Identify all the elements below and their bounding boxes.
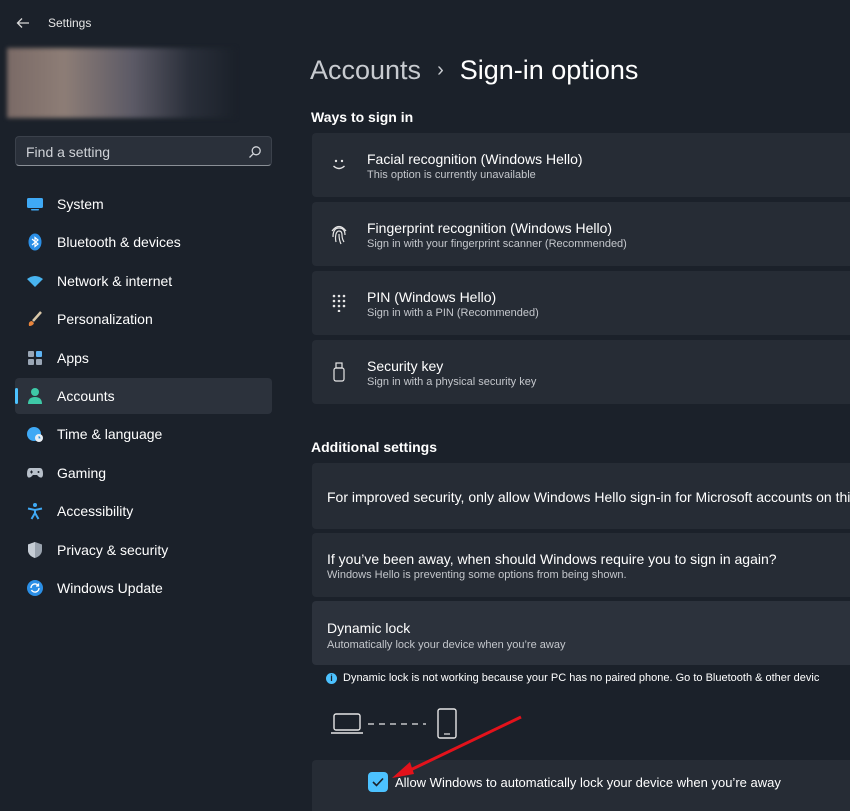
search-icon[interactable] bbox=[248, 145, 262, 159]
sidebar-item-personalization[interactable]: Personalization bbox=[15, 301, 272, 337]
search-box[interactable] bbox=[15, 136, 272, 166]
brush-icon bbox=[25, 309, 45, 329]
monitor-icon bbox=[25, 194, 45, 214]
sidebar-item-label: Accounts bbox=[57, 387, 115, 404]
sidebar-item-label: Accessibility bbox=[57, 503, 134, 520]
sidebar-item-gaming[interactable]: Gaming bbox=[15, 455, 272, 491]
sidebar-item-bluetooth-devices[interactable]: Bluetooth & devices bbox=[15, 224, 272, 260]
setting-subtitle: Windows Hello is preventing some options… bbox=[327, 569, 627, 581]
accessibility-icon bbox=[25, 501, 45, 521]
option-subtitle: Sign in with a physical security key bbox=[367, 376, 537, 388]
dynamic-lock-info: i Dynamic lock is not working because yo… bbox=[326, 672, 819, 684]
setting-dynamic-lock[interactable]: Dynamic lock Automatically lock your dev… bbox=[312, 601, 850, 665]
sidebar-item-label: System bbox=[57, 196, 104, 212]
option-title: Facial recognition (Windows Hello) bbox=[367, 151, 583, 167]
shield-icon bbox=[25, 540, 45, 560]
sidebar-item-label: Privacy & security bbox=[57, 541, 169, 558]
laptop-icon bbox=[331, 713, 363, 734]
sidebar-item-label: Network & internet bbox=[57, 272, 173, 289]
setting-title: Dynamic lock bbox=[327, 620, 411, 636]
breadcrumb-parent[interactable]: Accounts bbox=[310, 55, 421, 86]
sidebar-item-label: Windows Update bbox=[57, 579, 163, 596]
account-avatar[interactable] bbox=[7, 48, 235, 118]
breadcrumb: Accounts › Sign-in options bbox=[310, 55, 638, 86]
sidebar-item-time-language[interactable]: Time & language bbox=[15, 416, 272, 452]
option-subtitle: This option is currently unavailable bbox=[367, 169, 536, 181]
sidebar-item-label: Gaming bbox=[57, 464, 107, 481]
option-subtitle: Sign in with a PIN (Recommended) bbox=[367, 307, 539, 319]
section-title-ways: Ways to sign in bbox=[311, 109, 414, 125]
option-subtitle: Sign in with your fingerprint scanner (R… bbox=[367, 238, 627, 250]
app-title: Settings bbox=[48, 16, 92, 30]
person-icon bbox=[25, 386, 45, 406]
sign-in-option-fingerprint[interactable]: Fingerprint recognition (Windows Hello) … bbox=[312, 202, 850, 266]
info-icon: i bbox=[326, 672, 337, 684]
back-arrow-icon bbox=[16, 18, 29, 28]
sidebar-item-windows-update[interactable]: Windows Update bbox=[15, 570, 272, 606]
apps-icon bbox=[25, 348, 45, 368]
page-title: Sign-in options bbox=[459, 55, 639, 85]
face-icon bbox=[328, 154, 350, 176]
sidebar-item-accounts[interactable]: Accounts bbox=[15, 377, 272, 414]
setting-text: For improved security, only allow Window… bbox=[327, 489, 850, 505]
option-title: Security key bbox=[367, 358, 444, 374]
setting-hello-only[interactable]: For improved security, only allow Window… bbox=[312, 463, 850, 529]
back-button[interactable] bbox=[12, 12, 34, 34]
sidebar-item-apps[interactable]: Apps bbox=[15, 340, 272, 376]
setting-title: If you’ve been away, when should Windows… bbox=[327, 551, 777, 567]
bluetooth-icon bbox=[25, 232, 45, 252]
option-title: Fingerprint recognition (Windows Hello) bbox=[367, 220, 613, 236]
sidebar-item-system[interactable]: System bbox=[15, 186, 272, 222]
sidebar-item-label: Time & language bbox=[57, 426, 163, 443]
sidebar-item-network[interactable]: Network & internet bbox=[15, 263, 272, 299]
sign-in-option-facial[interactable]: Facial recognition (Windows Hello) This … bbox=[312, 133, 850, 197]
sidebar-nav: System Bluetooth & devices Network & int… bbox=[15, 186, 272, 608]
setting-subtitle: Automatically lock your device when you’… bbox=[327, 639, 566, 651]
sign-in-option-security-key[interactable]: Security key Sign in with a physical sec… bbox=[312, 340, 850, 404]
annotation-arrow-icon bbox=[392, 715, 522, 778]
wifi-icon bbox=[25, 271, 45, 291]
breadcrumb-separator: › bbox=[437, 59, 444, 81]
title-bar: Settings bbox=[0, 0, 850, 46]
sidebar-item-label: Apps bbox=[57, 349, 89, 366]
info-text: Dynamic lock is not working because your… bbox=[343, 672, 820, 684]
sidebar-item-accessibility[interactable]: Accessibility bbox=[15, 493, 272, 529]
sign-in-option-pin[interactable]: PIN (Windows Hello) Sign in with a PIN (… bbox=[312, 271, 850, 335]
search-input[interactable] bbox=[26, 143, 236, 161]
sidebar-item-privacy-security[interactable]: Privacy & security bbox=[15, 532, 272, 568]
usb-key-icon bbox=[328, 361, 350, 383]
fingerprint-icon bbox=[328, 223, 350, 245]
sidebar-item-label: Bluetooth & devices bbox=[57, 234, 181, 251]
section-title-additional: Additional settings bbox=[311, 439, 437, 455]
gamepad-icon bbox=[25, 463, 45, 483]
option-title: PIN (Windows Hello) bbox=[367, 289, 497, 305]
setting-require-sign-in[interactable]: If you’ve been away, when should Windows… bbox=[312, 533, 850, 597]
globe-clock-icon bbox=[25, 424, 45, 444]
update-icon bbox=[25, 578, 45, 598]
sidebar-item-label: Personalization bbox=[57, 311, 153, 328]
pin-keypad-icon bbox=[328, 292, 350, 314]
